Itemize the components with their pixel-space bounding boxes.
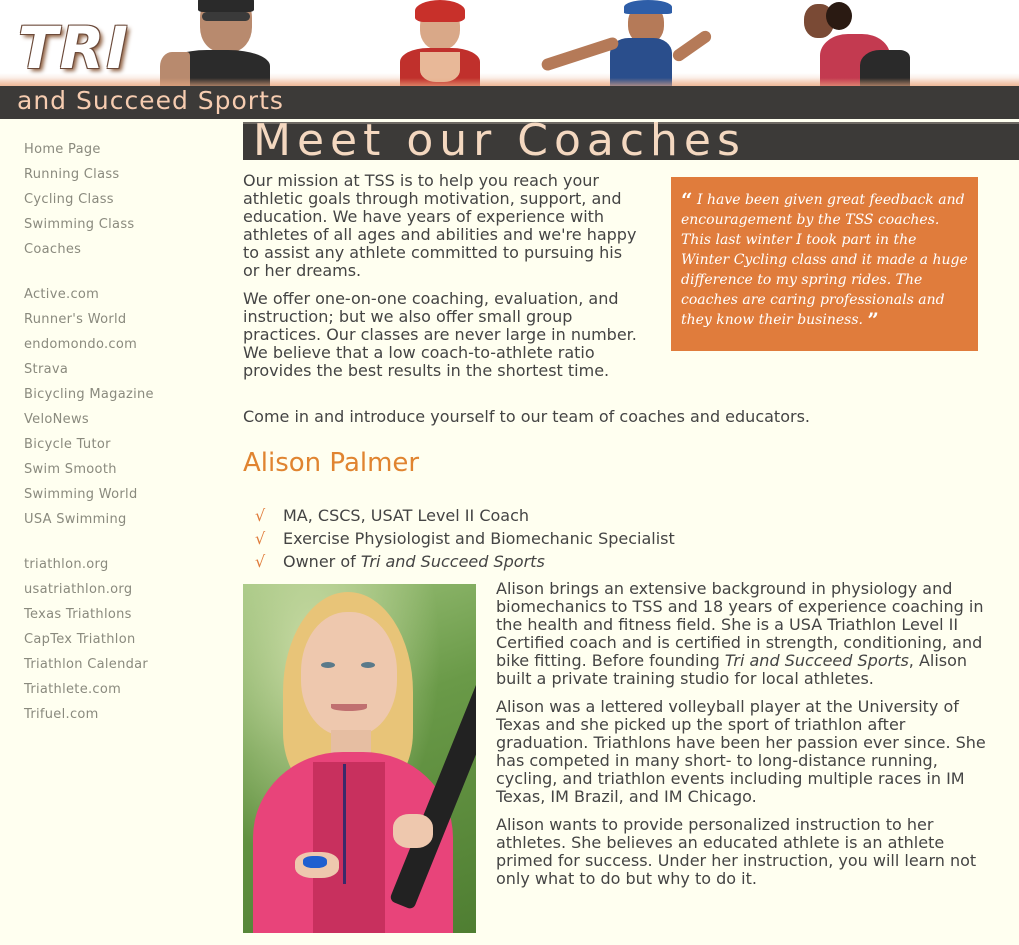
intro-paragraph-1: Our mission at TSS is to help you reach … xyxy=(243,171,637,280)
nav-link-swimming-world[interactable]: Swimming World xyxy=(24,482,224,507)
bio-paragraph-1: Alison brings an extensive background in… xyxy=(496,580,996,688)
nav-group-site: Home Page Running Class Cycling Class Sw… xyxy=(24,137,224,262)
female-runner-photo xyxy=(800,0,920,86)
nav-group-resources: Active.com Runner's World endomondo.com … xyxy=(24,282,224,532)
intro-paragraph-2: We offer one-on-one coaching, evaluation… xyxy=(243,289,637,380)
nav-link-home[interactable]: Home Page xyxy=(24,137,224,162)
credential-item: √ Exercise Physiologist and Biomechanic … xyxy=(253,527,675,550)
nav-link-trifuel[interactable]: Trifuel.com xyxy=(24,702,224,727)
nav-link-triathlete[interactable]: Triathlete.com xyxy=(24,677,224,702)
check-icon: √ xyxy=(255,529,266,548)
bio-business-name: Tri and Succeed Sports xyxy=(724,651,909,670)
swimmer-photo xyxy=(160,0,270,86)
nav-link-swim-smooth[interactable]: Swim Smooth xyxy=(24,457,224,482)
bio-paragraph-2: Alison was a lettered volleyball player … xyxy=(496,697,986,806)
credential-item: √ Owner of Tri and Succeed Sports xyxy=(253,550,675,573)
nav-link-triathlon-calendar[interactable]: Triathlon Calendar xyxy=(24,652,224,677)
nav-link-endomondo[interactable]: endomondo.com xyxy=(24,332,224,357)
come-in-text: Come in and introduce yourself to our te… xyxy=(243,407,810,426)
credential-text: Owner of xyxy=(283,552,361,571)
header-athlete-photos xyxy=(0,0,1019,86)
testimonial-quote: “ I have been given great feedback and e… xyxy=(671,177,978,351)
nav-link-captex[interactable]: CapTex Triathlon xyxy=(24,627,224,652)
nav-group-triathlon: triathlon.org usatriathlon.org Texas Tri… xyxy=(24,552,224,727)
check-icon: √ xyxy=(255,552,266,571)
intro-text: Our mission at TSS is to help you reach … xyxy=(243,172,638,390)
nav-link-usa-swimming[interactable]: USA Swimming xyxy=(24,507,224,532)
nav-link-texas-triathlons[interactable]: Texas Triathlons xyxy=(24,602,224,627)
site-tagline: and Succeed Sports xyxy=(17,86,284,115)
site-logo[interactable]: TRI xyxy=(18,14,130,82)
page-title: Meet our Coaches xyxy=(253,115,746,166)
testimonial-text: I have been given great feedback and enc… xyxy=(681,192,968,328)
sidebar-nav: Home Page Running Class Cycling Class Sw… xyxy=(24,137,224,747)
nav-link-bicycle-tutor[interactable]: Bicycle Tutor xyxy=(24,432,224,457)
cyclist-photo xyxy=(395,0,485,86)
coach-name: Alison Palmer xyxy=(243,448,420,478)
nav-link-triathlon-org[interactable]: triathlon.org xyxy=(24,552,224,577)
nav-link-cycling-class[interactable]: Cycling Class xyxy=(24,187,224,212)
coach-bio: Alison brings an extensive background in… xyxy=(496,580,996,898)
coach-credentials: √ MA, CSCS, USAT Level II Coach √ Exerci… xyxy=(253,504,675,573)
credential-business-name: Tri and Succeed Sports xyxy=(360,552,545,571)
nav-link-swimming-class[interactable]: Swimming Class xyxy=(24,212,224,237)
nav-link-bicycling-magazine[interactable]: Bicycling Magazine xyxy=(24,382,224,407)
check-icon: √ xyxy=(255,506,266,525)
credential-text: Exercise Physiologist and Biomechanic Sp… xyxy=(283,529,675,548)
nav-link-strava[interactable]: Strava xyxy=(24,357,224,382)
nav-link-runners-world[interactable]: Runner's World xyxy=(24,307,224,332)
nav-link-active[interactable]: Active.com xyxy=(24,282,224,307)
bio-paragraph-3: Alison wants to provide personalized ins… xyxy=(496,815,977,888)
site-header: TRI and Succeed Sports xyxy=(0,0,1019,119)
runner-photo xyxy=(540,0,720,86)
close-quote-icon: ” xyxy=(867,308,879,332)
nav-link-velonews[interactable]: VeloNews xyxy=(24,407,224,432)
page-title-bar: Meet our Coaches xyxy=(243,118,1019,164)
nav-link-usatriathlon[interactable]: usatriathlon.org xyxy=(24,577,224,602)
credential-item: √ MA, CSCS, USAT Level II Coach xyxy=(253,504,675,527)
open-quote-icon: “ xyxy=(681,188,693,212)
credential-text: MA, CSCS, USAT Level II Coach xyxy=(283,506,530,525)
nav-link-coaches[interactable]: Coaches xyxy=(24,237,224,262)
nav-link-running-class[interactable]: Running Class xyxy=(24,162,224,187)
coach-photo xyxy=(243,584,476,933)
